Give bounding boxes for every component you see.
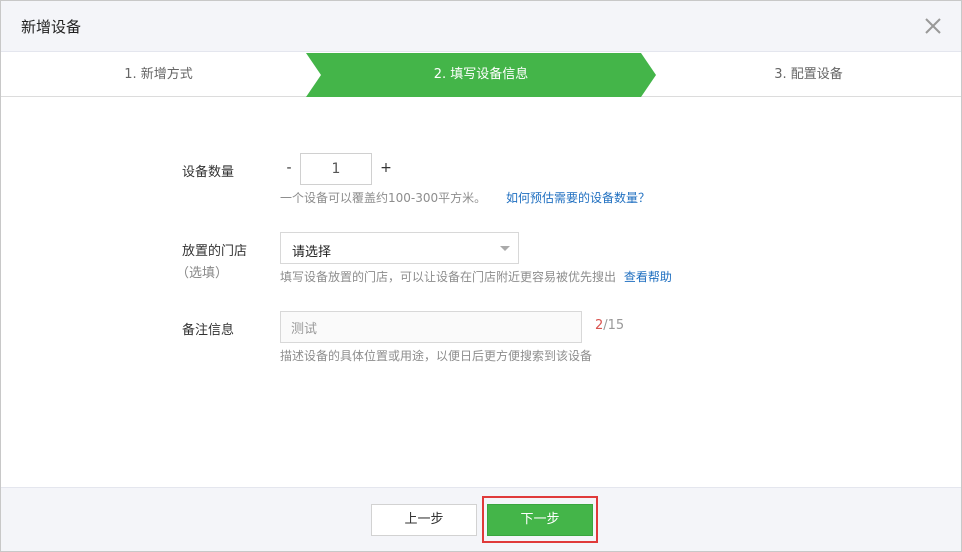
- quantity-hint-text: 一个设备可以覆盖约100-300平方米。: [280, 191, 487, 205]
- note-char-counter: 2/15: [595, 318, 624, 333]
- step-1: 1. 新增方式: [124, 67, 193, 82]
- next-step-button[interactable]: 下一步: [487, 504, 593, 536]
- step-progress: 1. 新增方式 2. 填写设备信息 3. 配置设备: [1, 53, 961, 97]
- note-hint: 描述设备的具体位置或用途，以便日后更方便搜索到该设备: [280, 349, 593, 363]
- store-optional-label: （选填）: [176, 266, 229, 281]
- quantity-hint: 一个设备可以覆盖约100-300平方米。 如何预估需要的设备数量？: [280, 189, 650, 206]
- store-hint-text: 填写设备放置的门店，可以让设备在门店附近更容易被优先搜出: [280, 270, 617, 284]
- quantity-label: 设备数量: [182, 165, 235, 180]
- store-select[interactable]: 请选择: [280, 232, 519, 264]
- dialog-header: 新增设备: [1, 1, 961, 52]
- step-2-active: 2. 填写设备信息: [433, 67, 529, 82]
- dialog-title: 新增设备: [21, 18, 82, 36]
- close-icon[interactable]: [921, 14, 945, 38]
- note-input[interactable]: [280, 311, 582, 343]
- close-icon-graphic: [925, 18, 941, 34]
- store-hint: 填写设备放置的门店，可以让设备在门店附近更容易被优先搜出 查看帮助: [280, 268, 672, 285]
- view-help-link[interactable]: 查看帮助: [624, 270, 672, 284]
- store-select-value: 请选择: [292, 245, 332, 260]
- previous-step-button[interactable]: 上一步: [371, 504, 477, 536]
- quantity-increase-button[interactable]: +: [379, 160, 393, 176]
- step-3: 3. 配置设备: [774, 67, 843, 82]
- dialog-footer: [1, 487, 961, 551]
- store-label: 放置的门店: [182, 244, 248, 259]
- quantity-decrease-button[interactable]: -: [282, 160, 296, 176]
- quantity-input[interactable]: [300, 153, 372, 185]
- estimate-quantity-link[interactable]: 如何预估需要的设备数量？: [506, 191, 650, 205]
- add-device-dialog: 新增设备 1. 新增方式 2. 填写设备信息 3. 配置设备 设备数量 - + …: [0, 0, 962, 552]
- note-char-count-max: /15: [603, 318, 625, 333]
- note-label: 备注信息: [182, 323, 235, 338]
- chevron-down-icon: [500, 246, 510, 251]
